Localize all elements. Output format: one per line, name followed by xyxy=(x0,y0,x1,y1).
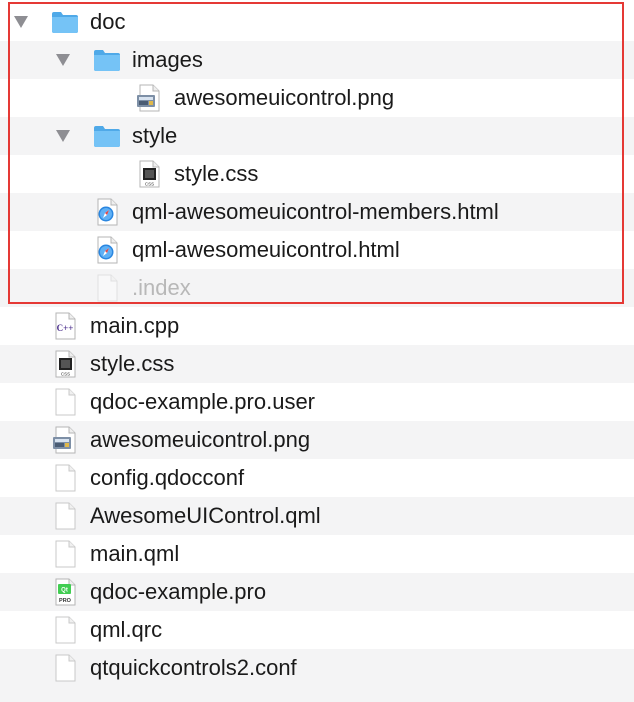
generic-file-icon xyxy=(50,653,80,683)
item-name: main.qml xyxy=(90,541,180,566)
item-name: config.qdocconf xyxy=(90,465,245,490)
generic-file-icon xyxy=(50,615,80,645)
css-file-icon: CSS xyxy=(50,349,80,379)
file-row[interactable]: awesomeuicontrol.png xyxy=(0,421,634,459)
svg-text:C++: C++ xyxy=(57,323,74,333)
file-row[interactable]: qml.qrc xyxy=(0,611,634,649)
cpp-file-icon: C++ xyxy=(50,311,80,341)
svg-text:CSS: CSS xyxy=(61,372,70,377)
file-row[interactable]: main.qml xyxy=(0,535,634,573)
list-filler-row xyxy=(0,686,634,702)
generic-file-icon xyxy=(50,539,80,569)
file-row[interactable]: AwesomeUIControl.qml xyxy=(0,497,634,535)
item-name: qml.qrc xyxy=(90,617,163,642)
file-row[interactable]: config.qdocconf xyxy=(0,459,634,497)
file-row[interactable]: CSS style.css xyxy=(0,345,634,383)
item-name: awesomeuicontrol.png xyxy=(90,427,311,452)
generic-file-icon xyxy=(50,387,80,417)
item-name: style.css xyxy=(90,351,175,376)
pro-file-icon: Qt PRO xyxy=(50,577,80,607)
svg-text:PRO: PRO xyxy=(59,598,72,604)
item-name: main.cpp xyxy=(90,313,180,338)
generic-file-icon xyxy=(50,463,80,493)
svg-text:Qt: Qt xyxy=(61,588,68,594)
file-row[interactable]: qtquickcontrols2.conf xyxy=(0,649,634,687)
item-name: qtquickcontrols2.conf xyxy=(90,655,297,680)
file-row[interactable]: qdoc-example.pro.user xyxy=(0,383,634,421)
png-file-icon xyxy=(50,425,80,455)
item-name: qdoc-example.pro.user xyxy=(90,389,316,414)
generic-file-icon xyxy=(50,501,80,531)
file-row[interactable]: C++ main.cpp xyxy=(0,307,634,345)
item-name: AwesomeUIControl.qml xyxy=(90,503,321,528)
item-name: qdoc-example.pro xyxy=(90,579,267,604)
selection-highlight-box xyxy=(8,2,624,304)
file-row[interactable]: Qt PRO qdoc-example.pro xyxy=(0,573,634,611)
